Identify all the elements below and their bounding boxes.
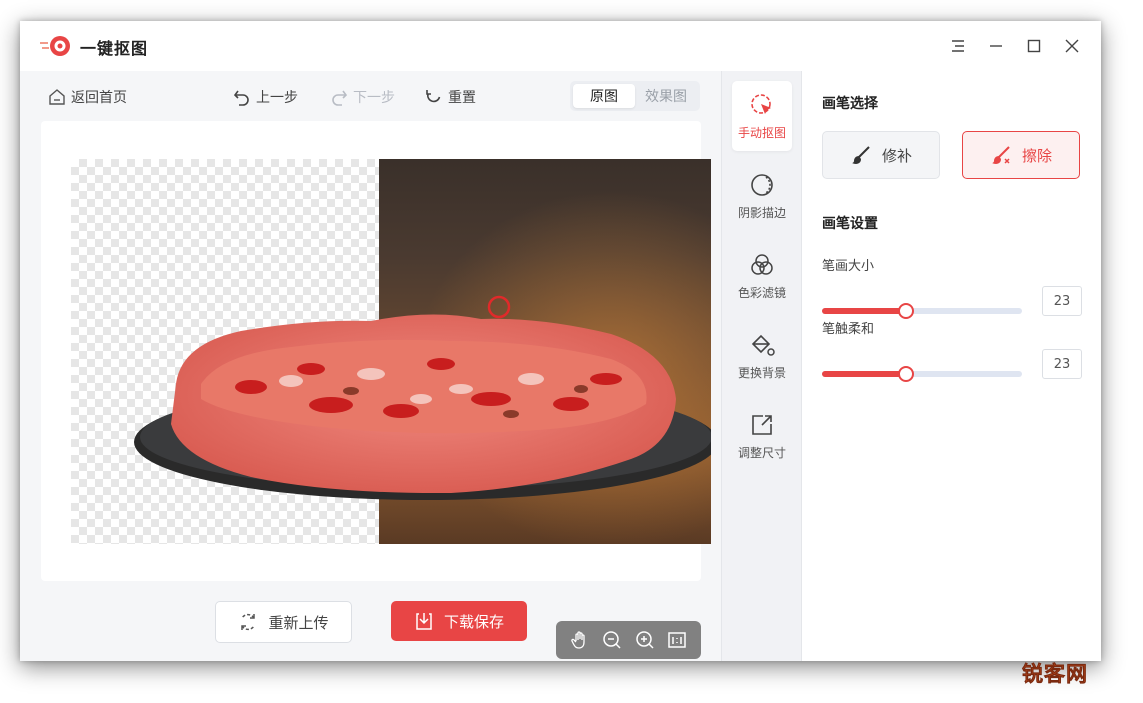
download-label: 下载保存 [443,612,504,631]
brush-erase-button[interactable]: 擦除 [962,131,1080,179]
brush-select-title: 画笔选择 [822,96,878,112]
redo-icon [332,90,348,106]
actual-size-icon[interactable] [667,630,687,650]
back-home-button[interactable]: 返回首页 [48,87,127,107]
tab-shadow-outline-label: 阴影描边 [737,205,786,220]
tab-change-background[interactable]: 更换背景 [732,321,792,391]
brush-size-slider[interactable] [822,303,1022,319]
image-canvas[interactable] [71,159,711,544]
tab-change-background-label: 更换背景 [737,365,786,380]
brush-repair-label: 修补 [881,146,912,165]
brush-soft-fill [822,371,906,377]
app-title: 一键抠图 [80,39,149,58]
redo-label: 下一步 [353,90,395,106]
brush-soft-slider[interactable] [822,366,1022,382]
brush-repair-button[interactable]: 修补 [822,131,940,179]
reset-label: 重置 [448,90,476,106]
brush-soft-label: 笔触柔和 [822,322,875,337]
brush-soft-knob[interactable] [898,366,914,382]
color-filter-icon [751,253,773,275]
brush-soft-value[interactable]: 23 [1042,349,1082,379]
title-bar: 一键抠图 [20,21,1101,71]
reset-button[interactable]: 重置 [425,87,476,107]
canvas-card [41,121,711,659]
eraser-brush-icon [991,146,1010,164]
brush-settings-title: 画笔设置 [822,216,878,232]
brush-cursor [487,295,511,319]
refresh-icon [241,613,256,631]
shadow-outline-icon [751,173,773,196]
zoom-toolbar [556,621,701,659]
tab-color-filter[interactable]: 色彩滤镜 [732,241,792,311]
brush-size-fill [822,308,906,314]
back-home-label: 返回首页 [71,90,127,106]
reupload-label: 重新上传 [268,613,329,632]
zoom-in-icon[interactable] [635,630,655,650]
brush-size-label: 笔画大小 [822,259,875,274]
download-icon [416,613,432,630]
undo-button[interactable]: 上一步 [233,87,298,107]
undo-label: 上一步 [256,90,298,106]
zoom-out-icon[interactable] [602,630,622,650]
tab-manual-cutout-label: 手动抠图 [737,125,786,140]
maximize-icon[interactable] [1024,36,1044,56]
minimize-icon[interactable] [986,36,1006,56]
app-logo-icon [40,36,70,56]
brush-size-value[interactable]: 23 [1042,286,1082,316]
redo-button[interactable]: 下一步 [330,87,395,107]
tool-sidebar: 手动抠图 阴影描边 色彩滤镜 更换背景 调整尺寸 [721,71,802,661]
tab-color-filter-label: 色彩滤镜 [737,285,786,300]
pizza-image [134,295,711,500]
tab-resize[interactable]: 调整尺寸 [732,401,792,471]
menu-icon[interactable] [948,36,968,56]
view-toggle: 原图 效果图 [570,81,700,111]
brush-erase-label: 擦除 [1021,146,1052,165]
reupload-button[interactable]: 重新上传 [215,601,352,643]
reset-icon [426,90,441,103]
settings-panel: 画笔选择 修补 擦除 画笔设置 笔画大小 23 笔触柔和 23 [801,71,1101,661]
watermark-text: 锐客网 [1022,662,1088,687]
download-save-button[interactable]: 下载保存 [391,601,527,641]
manual-cutout-icon [751,93,771,114]
view-result-tab[interactable]: 效果图 [635,84,697,108]
fill-background-icon [751,334,775,356]
undo-icon [233,90,249,106]
tab-manual-cutout[interactable]: 手动抠图 [732,81,792,151]
hand-icon[interactable] [570,630,590,650]
home-icon [49,89,65,105]
app-window: 一键抠图 返回首页 上一步 下一步 重置 原图 效果图 重新上传 下载保存 手动… [20,21,1101,661]
resize-icon [752,414,772,435]
view-original-tab[interactable]: 原图 [573,84,635,108]
tab-resize-label: 调整尺寸 [737,445,786,460]
brush-icon [851,146,870,164]
brush-size-knob[interactable] [898,303,914,319]
close-icon[interactable] [1062,36,1082,56]
tab-shadow-outline[interactable]: 阴影描边 [732,161,792,231]
